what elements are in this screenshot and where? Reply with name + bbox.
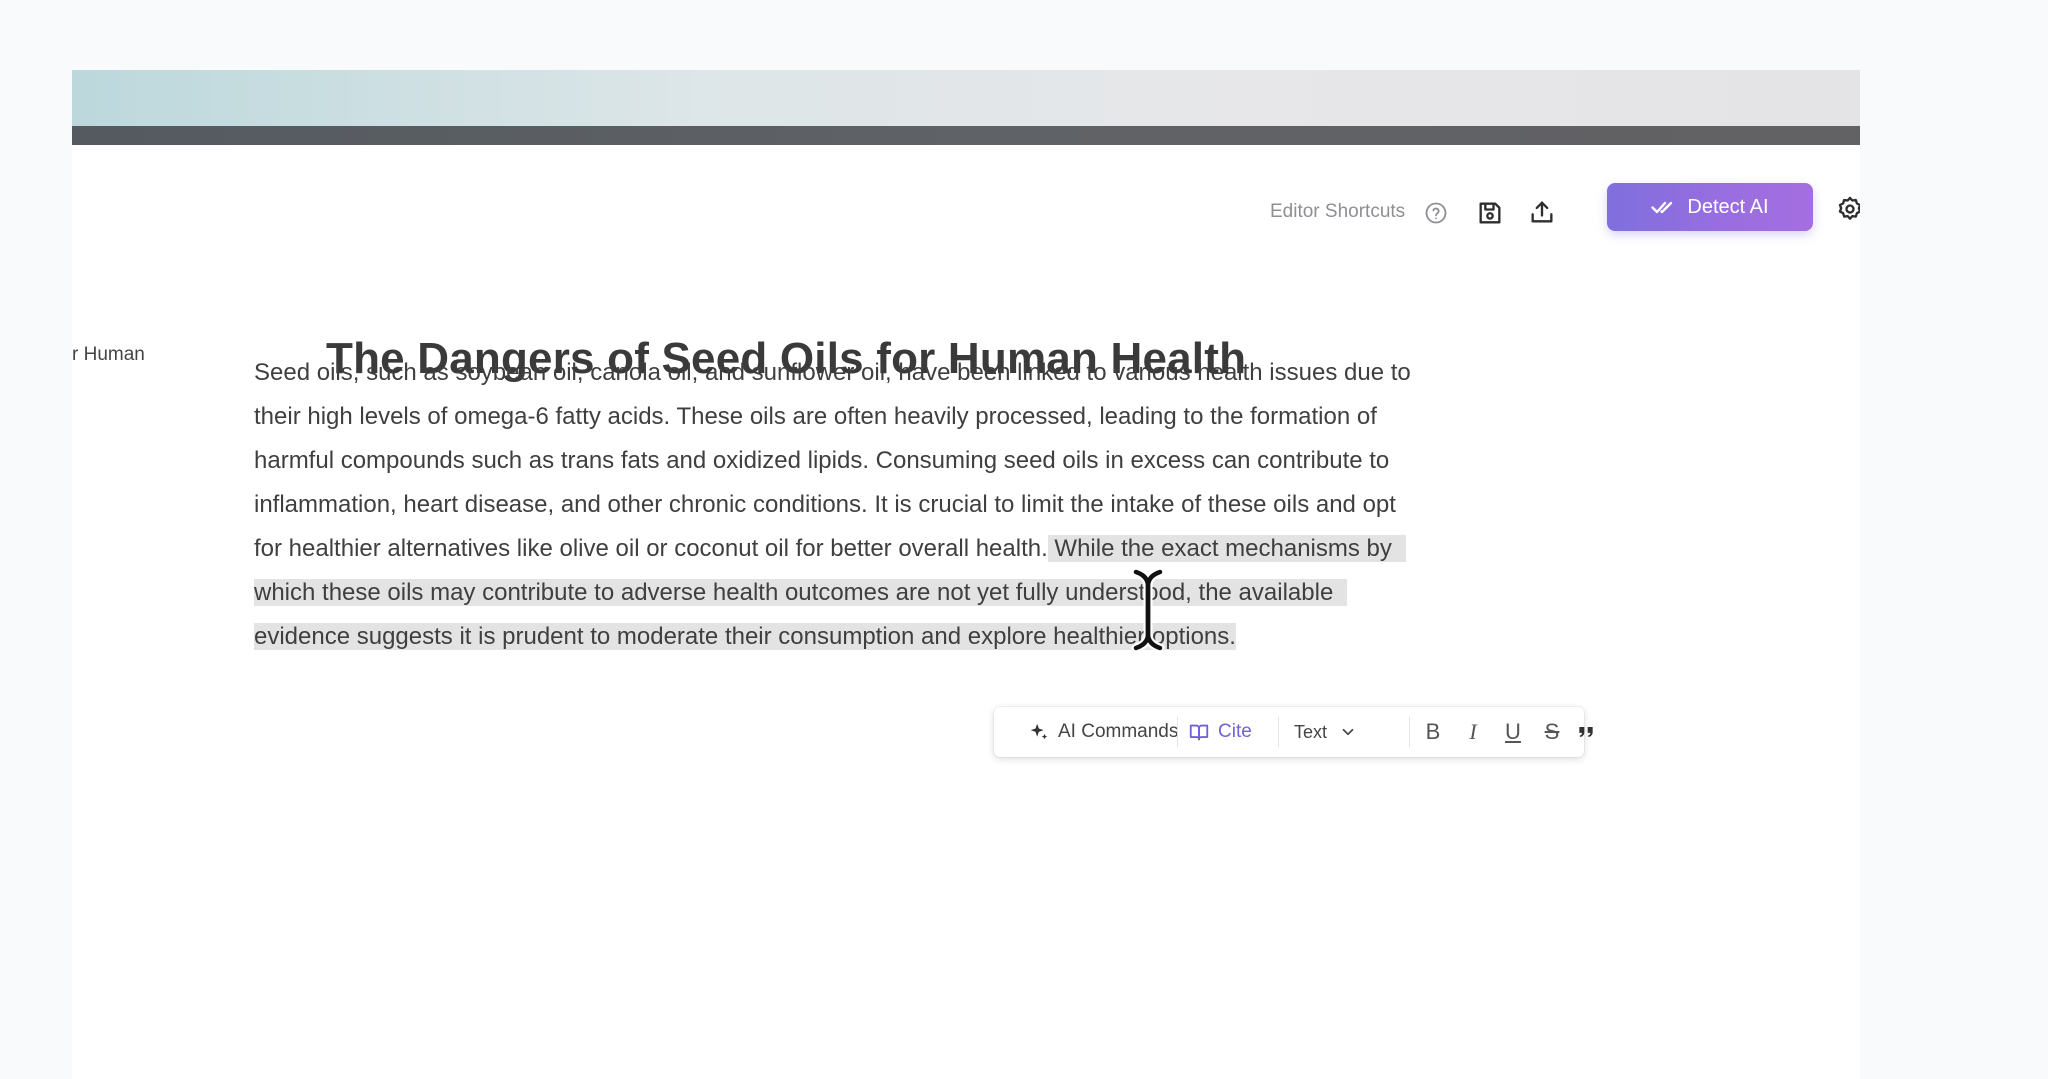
inline-format-toolbar: AI Commands Cite Text B I U S <box>994 707 1593 757</box>
paragraph-line[interactable]: inflammation, heart disease, and other c… <box>254 483 1396 527</box>
ai-commands-label: AI Commands <box>1058 721 1179 742</box>
paragraph-line[interactable]: which these oils may contribute to adver… <box>254 571 1348 615</box>
save-icon[interactable] <box>1476 199 1504 227</box>
chevron-down-icon <box>1342 728 1354 736</box>
paragraph-text: for healthier alternatives like olive oi… <box>254 535 1048 562</box>
header-banner <box>72 70 1860 126</box>
text-style-dropdown[interactable]: Text <box>1294 707 1357 757</box>
detect-ai-button[interactable]: Detect AI <box>1607 183 1813 231</box>
editor-toolbar: Editor Shortcuts Detect AI <box>72 183 1860 245</box>
selected-text: evidence suggests it is prudent to moder… <box>254 623 1236 650</box>
text-style-label: Text <box>1294 721 1328 742</box>
paragraph-line[interactable]: harmful compounds such as trans fats and… <box>254 439 1389 483</box>
quote-icon[interactable] <box>1574 707 1598 757</box>
sidebar-document-label[interactable]: r Human <box>72 344 145 366</box>
cite-button[interactable]: Cite <box>1188 707 1252 757</box>
help-circle-icon[interactable] <box>1424 201 1448 225</box>
ai-commands-button[interactable]: AI Commands <box>1028 707 1178 757</box>
cite-label: Cite <box>1218 721 1252 742</box>
header-banner-bar <box>72 126 1860 145</box>
settings-gear-icon[interactable] <box>1836 195 1860 223</box>
double-check-icon <box>1651 201 1673 214</box>
toolbar-divider <box>1278 717 1279 747</box>
paragraph-line[interactable]: evidence suggests it is prudent to moder… <box>254 615 1236 659</box>
book-icon <box>1189 724 1209 741</box>
selected-text: which these oils may contribute to adver… <box>254 579 1348 606</box>
underline-button[interactable]: U <box>1498 707 1528 757</box>
toolbar-divider <box>1409 717 1410 747</box>
bold-button[interactable]: B <box>1418 707 1448 757</box>
strikethrough-button[interactable]: S <box>1537 707 1567 757</box>
toolbar-divider <box>1177 717 1178 747</box>
detect-ai-label: Detect AI <box>1687 195 1769 218</box>
paragraph-line[interactable]: for healthier alternatives like olive oi… <box>254 527 1406 571</box>
paragraph-line[interactable]: their high levels of omega-6 fatty acids… <box>254 395 1377 439</box>
editor-shortcuts-link[interactable]: Editor Shortcuts <box>1270 201 1405 223</box>
italic-button[interactable]: I <box>1458 707 1488 757</box>
selected-text: While the exact mechanisms by <box>1047 535 1406 562</box>
sparkle-icon <box>1030 723 1048 740</box>
export-upload-icon[interactable] <box>1528 198 1556 226</box>
paragraph-line[interactable]: Seed oils, such as soybean oil, canola o… <box>254 351 1411 395</box>
